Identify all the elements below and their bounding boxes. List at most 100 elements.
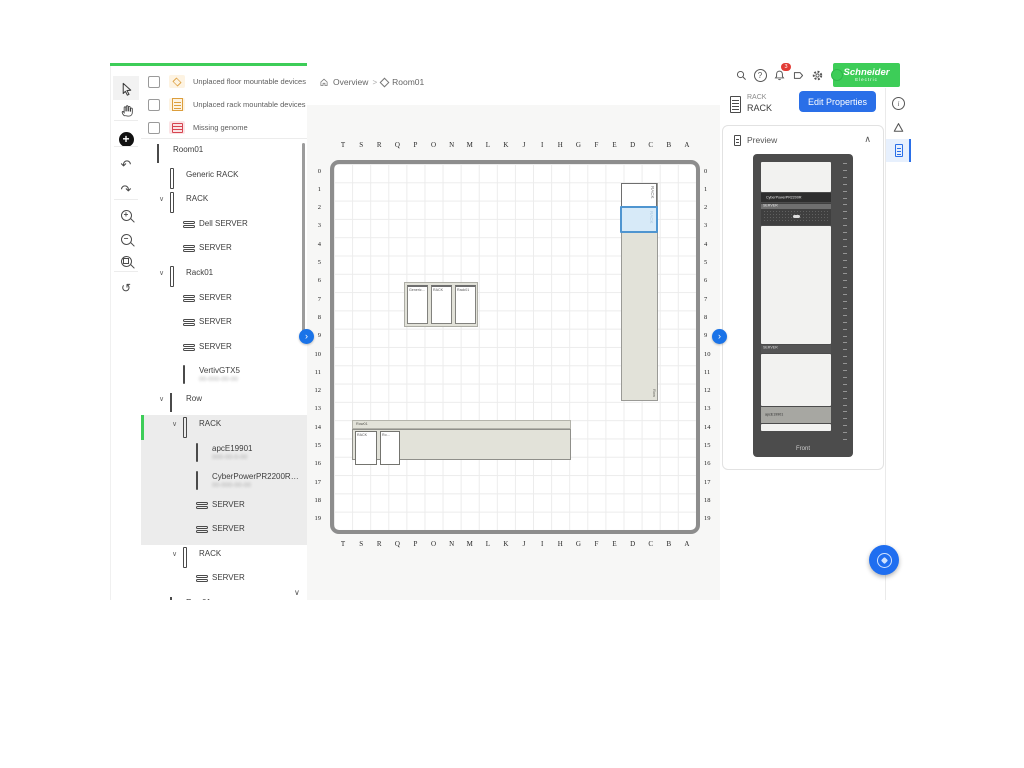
rack-object[interactable]: Generic… [407,285,428,324]
grid-col-label-top: M [461,141,479,149]
zoom-in-button[interactable]: + [113,203,139,227]
grid-col-label-bottom: F [587,540,605,548]
undo-button[interactable]: ↶ [113,153,139,177]
help-button[interactable]: ? [752,67,768,83]
rack-object-selected[interactable]: RACK [620,206,658,233]
row-vertical[interactable]: Row RACK RACK [621,183,658,401]
zoom-out-icon: − [121,234,132,245]
rack-device-dark: CyberPowerPR2200R [761,193,831,202]
floating-design-button[interactable] [869,545,899,575]
tree-item-row01[interactable]: ∨Row01 [141,594,307,600]
chevron-down-icon[interactable]: ∨ [159,599,164,600]
checkbox[interactable] [148,76,160,88]
alarms-button[interactable] [886,116,911,139]
rack-icon [170,268,174,286]
tree-scrollbar[interactable] [302,143,305,333]
rack-object-label: RACK [649,211,654,224]
tree-item-label: Rack01 [186,268,213,277]
rack-cluster[interactable]: Generic… RACK Rack01 [404,282,478,327]
rack-icon [734,135,741,146]
rack-object[interactable]: Rack01 [455,285,476,324]
tree-item-vertivgtx5[interactable]: VertivGTX500-000-00-00 [141,362,307,390]
tree-item-label: Row [186,394,202,403]
tree-item-cyberpowerpr2200r-[interactable]: CyberPowerPR2200R…00-000-00-00 [141,468,307,496]
tree-item-generic-rack[interactable]: Generic RACK [141,166,307,191]
select-tool-button[interactable] [113,76,139,100]
pan-tool-button[interactable] [113,98,139,122]
grid-row-label-left: 0 [309,168,321,175]
grid-col-label-top: L [479,141,497,149]
tree-item-server[interactable]: SERVER [141,239,307,264]
grid-col-label-top: P [406,141,424,149]
tree-item-dell-server[interactable]: Dell SERVER [141,215,307,240]
filter-row-rackm[interactable]: Unplaced rack mountable devices [141,93,307,116]
rack-object-label: Ro… [382,433,394,437]
chevron-down-icon[interactable]: ∨ [172,420,177,428]
grid-col-label-bottom: G [569,540,587,548]
floorplan-canvas[interactable]: Row RACK RACK Generic… RACK Rack01 Row01… [307,105,720,600]
row-icon [170,394,172,412]
breadcrumb-room01: Room01 [392,77,424,87]
tree-item-row[interactable]: ∨ Row [141,390,307,415]
zoom-fit-button[interactable] [113,249,139,273]
history-button[interactable]: ↺ [113,276,139,300]
chevron-down-icon[interactable]: ∨ [159,195,164,203]
search-button[interactable] [733,67,749,83]
filter-row-floor[interactable]: Unplaced floor mountable devices [141,70,307,93]
zoom-out-button[interactable]: − [113,227,139,251]
tree-item-rack01[interactable]: ∨ Rack01 [141,264,307,289]
settings-button[interactable] [809,67,825,83]
collapse-right-panel-button[interactable]: › [712,329,727,344]
grid-col-label-top: G [569,141,587,149]
chevron-down-icon[interactable]: ∨ [172,550,177,558]
edit-properties-button[interactable]: Edit Properties [799,91,876,112]
tree-item-rack[interactable]: ∨RACK [141,190,307,215]
filter-row-genome[interactable]: Missing genome [141,116,307,139]
rack-object-label: Generic… [409,288,422,292]
checkbox[interactable] [148,122,160,134]
tree-item-server[interactable]: SERVER [141,520,307,545]
u-mark [843,280,847,281]
feedback-button[interactable] [790,67,806,83]
tree-item-rack[interactable]: ∨RACK [141,545,307,570]
server-icon [183,243,195,254]
grid-row-label-right: 7 [704,296,716,303]
collapse-preview-icon[interactable]: ∧ [864,134,871,145]
rack-properties-tab[interactable] [886,139,911,162]
checkbox[interactable] [148,99,160,111]
tree-item-server[interactable]: SERVER [141,496,307,521]
chevron-down-icon[interactable]: ∨ [159,269,164,277]
grid-row-label-right: 6 [704,277,716,284]
rack-object[interactable]: RACK [431,285,452,324]
rack-object[interactable]: RACK [621,183,657,207]
row-horizontal[interactable]: Row01 RACK Ro… [352,420,571,466]
cursor-icon [119,81,134,96]
grid-row-label-right: 17 [704,479,716,486]
grid-col-label-bottom: E [606,540,624,548]
grid-row-label-left: 5 [309,259,321,266]
row-label: Row [652,389,657,397]
grid-row-label-right: 19 [704,515,716,522]
u-mark [843,294,847,295]
tree-item-server[interactable]: SERVER [141,338,307,363]
info-button[interactable]: i [886,92,911,115]
grid-col-label-top: N [443,141,461,149]
breadcrumb-overview[interactable]: Overview [333,77,368,87]
notifications-button[interactable]: 3 [771,67,787,83]
rack-object[interactable]: Ro… [380,431,400,465]
rack-object[interactable]: RACK [355,431,377,465]
tree-item-server[interactable]: SERVER [141,289,307,314]
grid-row-label-right: 2 [704,204,716,211]
tree-item-server[interactable]: SERVER [141,569,307,594]
tree-item-apce19901[interactable]: apcE19901000-00-0-00 [141,440,307,468]
tree-item-room01[interactable]: Room01 [141,141,307,166]
add-device-button[interactable]: + [113,127,139,151]
collapse-left-panel-button[interactable]: › [299,329,314,344]
grid-row-label-left: 4 [309,241,321,248]
chevron-down-icon[interactable]: ∨ [159,395,164,403]
tree-item-server[interactable]: SERVER [141,313,307,338]
tree-scroll-down-icon[interactable]: ∨ [294,588,300,597]
tree-item-rack[interactable]: ∨RACK [141,415,307,440]
grid-col-label-top: H [551,141,569,149]
u-mark [843,411,847,412]
